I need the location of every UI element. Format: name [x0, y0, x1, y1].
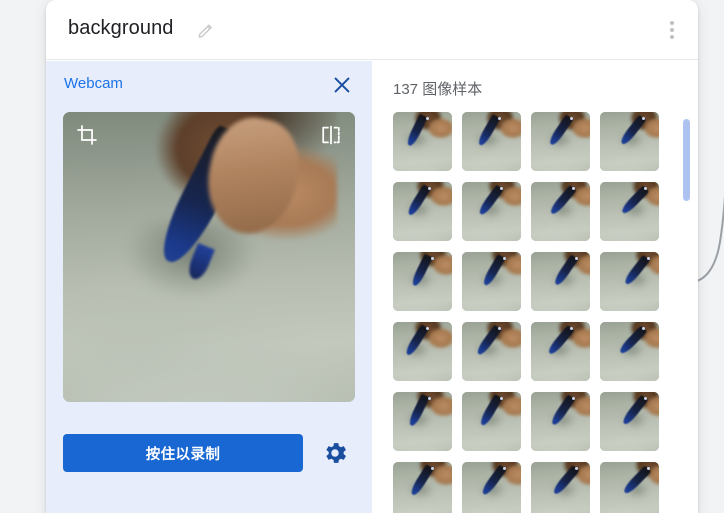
flip-horizontal-icon[interactable] [320, 124, 342, 146]
webcam-panel-header: Webcam [46, 61, 372, 111]
scrollbar-thumb[interactable] [683, 119, 690, 201]
kebab-dot [670, 28, 674, 32]
sample-thumbnail[interactable] [393, 462, 452, 513]
sample-thumbnail[interactable] [462, 322, 521, 381]
sample-thumbnail[interactable] [531, 112, 590, 171]
sample-thumbnail[interactable] [600, 182, 659, 241]
kebab-dot [670, 21, 674, 25]
thumbnail-highlight [569, 116, 573, 120]
thumbnail-highlight [430, 466, 434, 470]
sample-thumbnail[interactable] [393, 322, 452, 381]
webcam-label: Webcam [64, 75, 123, 92]
sample-thumbnail[interactable] [600, 392, 659, 451]
webcam-video-preview[interactable] [63, 112, 355, 402]
sample-thumbnail[interactable] [462, 182, 521, 241]
pencil-icon[interactable] [196, 20, 216, 40]
sample-thumbnail[interactable] [600, 462, 659, 513]
thumbnail-highlight [574, 466, 578, 470]
thumbnail-highlight [502, 466, 506, 470]
node-card: background Webcam 按住以录制 137 图像样本 [46, 0, 698, 513]
crop-icon[interactable] [76, 124, 98, 146]
sample-thumbnail[interactable] [462, 252, 521, 311]
webcam-panel: Webcam 按住以录制 [46, 61, 372, 513]
sample-thumbnail[interactable] [531, 322, 590, 381]
close-x-icon[interactable] [331, 74, 353, 96]
thumbnail-highlight [426, 326, 430, 330]
thumbnail-highlight [497, 326, 501, 330]
sample-thumbnail[interactable] [600, 252, 659, 311]
page-title: background [68, 17, 174, 39]
card-titlebar: background [46, 0, 698, 60]
thumbnail-highlight [646, 256, 650, 260]
sample-thumbnail[interactable] [531, 462, 590, 513]
record-button[interactable]: 按住以录制 [63, 434, 303, 472]
sample-thumbnail[interactable] [393, 252, 452, 311]
samples-panel: 137 图像样本 [372, 61, 698, 513]
kebab-dot [670, 35, 674, 39]
sample-thumbnail[interactable] [531, 252, 590, 311]
thumbnail-highlight [502, 256, 506, 260]
thumbnail-highlight [430, 256, 434, 260]
sample-thumbnail[interactable] [600, 322, 659, 381]
sample-thumbnail[interactable] [393, 112, 452, 171]
sample-thumbnail[interactable] [600, 112, 659, 171]
samples-count-label: 137 图像样本 [393, 81, 483, 98]
sample-thumbnail[interactable] [462, 112, 521, 171]
sample-thumbnail[interactable] [462, 392, 521, 451]
thumbnail-highlight [574, 256, 578, 260]
thumbnail-highlight [426, 116, 430, 120]
sample-thumbnail[interactable] [462, 462, 521, 513]
sample-thumbnail[interactable] [531, 182, 590, 241]
sample-thumbnail[interactable] [393, 392, 452, 451]
samples-scrollbar[interactable] [683, 61, 690, 513]
thumbnail-highlight [497, 116, 501, 120]
thumbnail-highlight [646, 466, 650, 470]
thumbnail-highlight [641, 116, 645, 120]
sample-thumbnail[interactable] [531, 392, 590, 451]
workspace-canvas: background Webcam 按住以录制 137 图像样本 [0, 0, 724, 513]
samples-grid [393, 112, 669, 513]
thumbnail-highlight [641, 326, 645, 330]
kebab-menu-icon[interactable] [658, 14, 686, 46]
thumbnail-highlight [569, 326, 573, 330]
gear-icon[interactable] [321, 439, 349, 467]
sample-thumbnail[interactable] [393, 182, 452, 241]
